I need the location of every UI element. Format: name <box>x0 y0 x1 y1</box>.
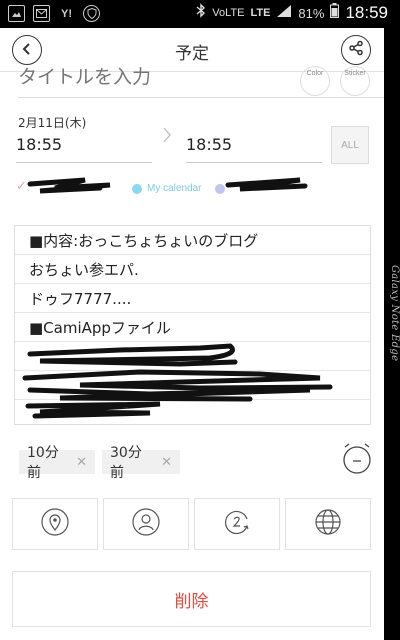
note-line: おちょい参エパ. <box>15 255 370 284</box>
color-button[interactable]: Color <box>300 66 330 96</box>
page-title: 予定 <box>175 44 209 64</box>
note-line: ■内容:おっこちょちょいのブログ <box>15 226 370 255</box>
clock: 18:59 <box>345 3 388 22</box>
person-icon <box>131 507 161 541</box>
reminder-label: 10分前 <box>27 445 59 481</box>
repeat-button[interactable] <box>194 498 280 550</box>
start-time-field[interactable]: 18:55 <box>16 133 152 163</box>
close-icon[interactable]: ✕ <box>161 455 172 470</box>
calendar-color-dot <box>215 184 225 194</box>
volte-indicator: VoLTE <box>212 7 245 19</box>
close-icon[interactable]: ✕ <box>76 455 87 470</box>
status-bar: Y! VoLTE LTE 81% 18:59 <box>0 0 400 28</box>
note-line: ■CamiAppファイル <box>15 313 370 342</box>
calendar-color-dot <box>132 184 142 194</box>
sticker-button[interactable]: Sticker <box>340 66 370 96</box>
chevron-right-icon <box>162 126 172 149</box>
mail-icon <box>33 5 50 22</box>
title-row: Color Sticker <box>18 66 384 98</box>
lte-indicator: LTE <box>250 7 271 19</box>
reminder-chip[interactable]: 30分前 ✕ <box>102 445 180 481</box>
repeat-icon <box>222 507 252 541</box>
share-icon <box>348 40 364 60</box>
alarm-icon[interactable] <box>340 441 374 475</box>
battery-icon <box>330 3 340 23</box>
note-line <box>15 400 370 429</box>
note-line <box>15 371 370 400</box>
calendar-name[interactable]: My calendar <box>147 183 201 194</box>
calendar-selector[interactable]: ✓ My calendar <box>14 179 374 199</box>
timezone-button[interactable] <box>285 498 371 550</box>
yahoo-icon: Y! <box>61 7 72 20</box>
signal-icon <box>276 4 292 23</box>
location-icon <box>40 507 70 541</box>
notes-field[interactable]: ■内容:おっこちょちょいのブログ おちょい参エパ. ドゥフ7777.... ■C… <box>14 225 371 425</box>
event-date[interactable]: 2月11日(木) <box>18 114 86 131</box>
share-button[interactable] <box>341 35 371 65</box>
bluetooth-icon <box>196 3 206 23</box>
end-time-field[interactable]: 18:55 <box>186 133 322 163</box>
event-editor: 予定 Color Sticker 2月11日(木) 18:55 18:55 AL… <box>0 28 384 640</box>
all-day-toggle[interactable]: ALL <box>331 126 369 164</box>
delete-button[interactable]: 削除 <box>12 571 371 627</box>
reminder-label: 30分前 <box>110 445 142 481</box>
note-line: ドゥフ7777.... <box>15 284 370 313</box>
check-icon: ✓ <box>16 179 27 194</box>
globe-icon <box>313 507 343 541</box>
shield-icon <box>83 5 100 22</box>
reminder-chip[interactable]: 10分前 ✕ <box>19 445 95 481</box>
participant-button[interactable] <box>103 498 189 550</box>
title-input[interactable] <box>18 66 288 88</box>
image-icon <box>8 5 25 22</box>
battery-percent: 81% <box>298 5 325 21</box>
edge-label: Galaxy Note Edge <box>389 265 400 362</box>
location-button[interactable] <box>12 498 98 550</box>
note-line <box>15 342 370 371</box>
